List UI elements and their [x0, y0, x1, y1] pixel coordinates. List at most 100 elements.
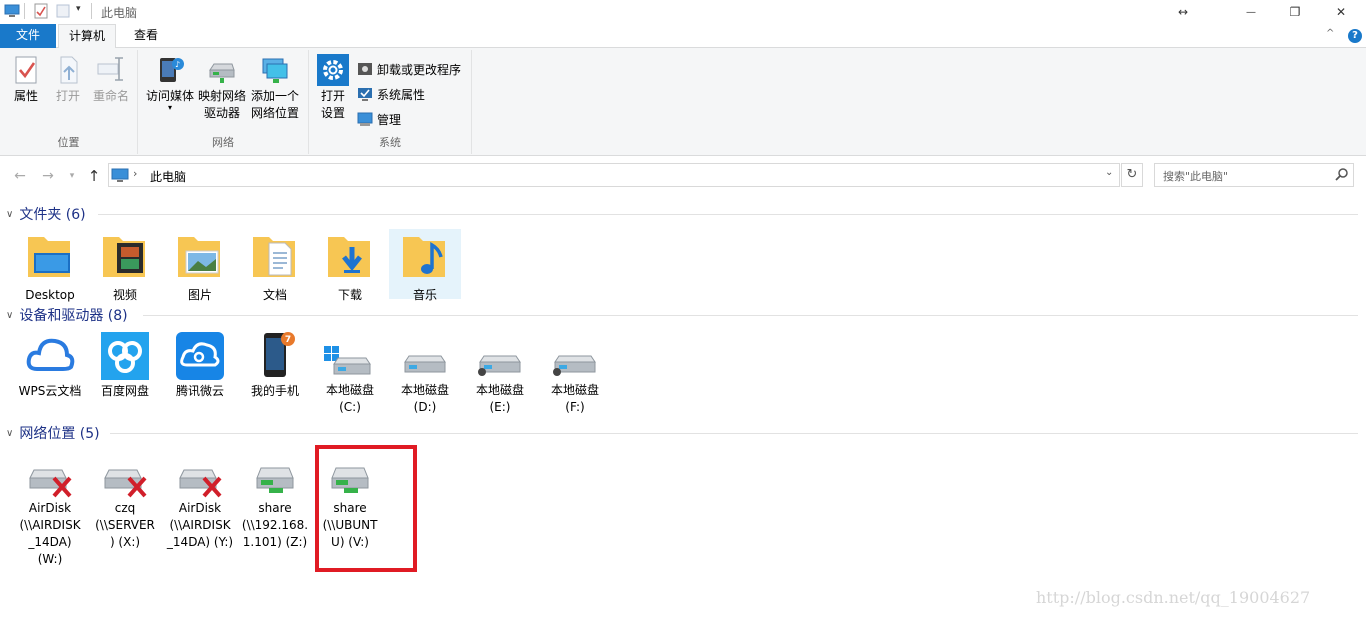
manage-button[interactable]: 管理: [357, 108, 401, 130]
forward-arrow-icon[interactable]: →: [38, 167, 58, 185]
drive-d[interactable]: 本地磁盘 (D:): [389, 344, 461, 416]
open-settings-label-1: 打开: [320, 89, 345, 103]
customize-toolbar-icon[interactable]: ▾: [76, 4, 86, 18]
folder-pictures[interactable]: 图片: [164, 229, 236, 304]
search-input[interactable]: 搜索"此电脑": [1154, 163, 1354, 187]
group-label-location: 位置: [57, 136, 80, 149]
breadcrumb-separator-icon[interactable]: ›: [133, 167, 137, 180]
network-label-line: czq: [114, 501, 136, 515]
folder-label: 文档: [262, 288, 287, 302]
drive-c[interactable]: 本地磁盘 (C:): [314, 344, 386, 416]
videos-folder-icon: [97, 229, 153, 285]
access-media-button[interactable]: ♪ 访问媒体 ▾: [144, 54, 196, 112]
tab-view[interactable]: 查看: [124, 24, 168, 48]
refresh-icon[interactable]: ↻: [1121, 163, 1143, 187]
network-drive-w[interactable]: AirDisk (\\AIRDISK _14DA) (W:): [14, 462, 86, 568]
close-button[interactable]: ✕: [1318, 0, 1364, 24]
network-label-line: 1.101) (Z:): [242, 535, 308, 549]
section-header-folders[interactable]: ∨ 文件夹 (6): [6, 203, 86, 225]
folder-videos[interactable]: 视频: [89, 229, 161, 304]
rename-button[interactable]: 重命名: [90, 54, 132, 105]
device-wps-cloud[interactable]: WPS云文档: [14, 331, 86, 400]
manage-icon: [357, 111, 373, 127]
section-header-network[interactable]: ∨ 网络位置 (5): [6, 422, 100, 444]
add-network-location-button[interactable]: 添加一个 网络位置: [248, 54, 302, 122]
properties-button[interactable]: 属性: [6, 54, 46, 105]
network-label-line: (\\SERVER: [95, 518, 155, 532]
tencent-weiyun-icon: [175, 331, 225, 381]
recent-locations-icon[interactable]: ▾: [62, 167, 82, 185]
folder-documents[interactable]: 文档: [239, 229, 311, 304]
phone-badge: 7: [284, 335, 292, 345]
section-title-network: 网络位置 (5): [19, 426, 100, 442]
folder-label: Desktop: [25, 288, 75, 302]
up-arrow-icon[interactable]: ↑: [84, 167, 104, 185]
drive-letter: (F:): [565, 400, 585, 414]
network-label-line: AirDisk: [178, 501, 222, 515]
tab-computer[interactable]: 计算机: [58, 24, 117, 49]
drive-letter: (E:): [489, 400, 511, 414]
divider: [110, 433, 1358, 434]
drive-e[interactable]: 本地磁盘 (E:): [464, 344, 536, 416]
uninstall-label: 卸载或更改程序: [377, 62, 462, 77]
divider: [24, 3, 25, 19]
network-label-line: (\\192.168.: [241, 518, 309, 532]
system-properties-button[interactable]: 系统属性: [357, 83, 425, 105]
network-location-icon: [259, 54, 291, 86]
drive-letter: (D:): [413, 400, 437, 414]
uninstall-button[interactable]: 卸载或更改程序: [357, 58, 461, 80]
back-arrow-icon[interactable]: ←: [10, 167, 30, 185]
open-settings-button[interactable]: 打开 设置: [315, 54, 351, 122]
resize-icon[interactable]: ↔: [1160, 0, 1206, 24]
rename-label: 重命名: [92, 89, 129, 103]
help-icon[interactable]: ?: [1348, 29, 1362, 43]
section-title-folders: 文件夹 (6): [19, 207, 86, 223]
phone-icon: 7: [250, 331, 300, 381]
drive-f[interactable]: 本地磁盘 (F:): [539, 344, 611, 416]
drive-label: 本地磁盘: [400, 383, 449, 397]
device-baidu-netdisk[interactable]: 百度网盘: [89, 331, 161, 400]
network-drive-x[interactable]: czq (\\SERVER ) (X:): [89, 462, 161, 551]
device-label: 我的手机: [250, 384, 299, 398]
network-drive-y[interactable]: AirDisk (\\AIRDISK _14DA) (Y:): [164, 462, 236, 551]
folder-music[interactable]: 音乐: [389, 229, 461, 302]
navigation-bar: ← → ▾ ↑ › 此电脑 ⌄ ↻ 搜索"此电脑": [0, 157, 1366, 195]
breadcrumb[interactable]: 此电脑: [150, 168, 186, 185]
computer-icon[interactable]: [4, 4, 20, 18]
address-bar[interactable]: › 此电脑 ⌄: [108, 163, 1120, 187]
open-label: 打开: [55, 89, 80, 103]
open-button[interactable]: 打开: [48, 54, 88, 105]
window-title: 此电脑: [101, 6, 138, 20]
section-header-devices[interactable]: ∨ 设备和驱动器 (8): [6, 304, 128, 326]
search-icon[interactable]: [1335, 167, 1349, 181]
chevron-down-icon: ∨: [6, 427, 14, 439]
restore-button[interactable]: ❐: [1272, 0, 1318, 24]
disconnected-network-drive-icon: [97, 462, 153, 498]
device-label: 腾讯微云: [175, 384, 224, 398]
computer-icon: [111, 167, 129, 183]
hard-drive-icon: [472, 344, 528, 380]
collapse-ribbon-icon[interactable]: ^: [1326, 28, 1334, 39]
properties-quick-icon[interactable]: [34, 3, 48, 19]
network-label-line: ) (X:): [109, 535, 141, 549]
disconnected-network-drive-icon: [22, 462, 78, 498]
device-tencent-weiyun[interactable]: 腾讯微云: [164, 331, 236, 400]
address-dropdown-icon[interactable]: ⌄: [1105, 167, 1113, 178]
ribbon-tabs: 文件 计算机 查看 ^ ?: [0, 24, 1366, 49]
new-folder-quick-icon[interactable]: [56, 3, 70, 19]
open-settings-label-2: 设置: [320, 106, 345, 120]
tab-file[interactable]: 文件: [0, 24, 56, 48]
group-label-network: 网络: [212, 136, 234, 149]
device-my-phone[interactable]: 7 我的手机: [239, 331, 311, 400]
windows-drive-icon: [322, 344, 378, 380]
network-label-line: AirDisk: [28, 501, 72, 515]
folder-downloads[interactable]: 下载: [314, 229, 386, 304]
folder-desktop[interactable]: Desktop: [14, 229, 86, 304]
network-drive-z[interactable]: share (\\192.168. 1.101) (Z:): [239, 462, 311, 551]
map-network-drive-button[interactable]: 映射网络 驱动器: [196, 54, 248, 122]
add-location-label-1: 添加一个: [250, 89, 299, 103]
search-placeholder: 搜索"此电脑": [1163, 170, 1229, 183]
minimize-button[interactable]: —: [1228, 0, 1274, 24]
add-location-label-2: 网络位置: [250, 106, 299, 120]
drive-label: 本地磁盘: [325, 383, 374, 397]
